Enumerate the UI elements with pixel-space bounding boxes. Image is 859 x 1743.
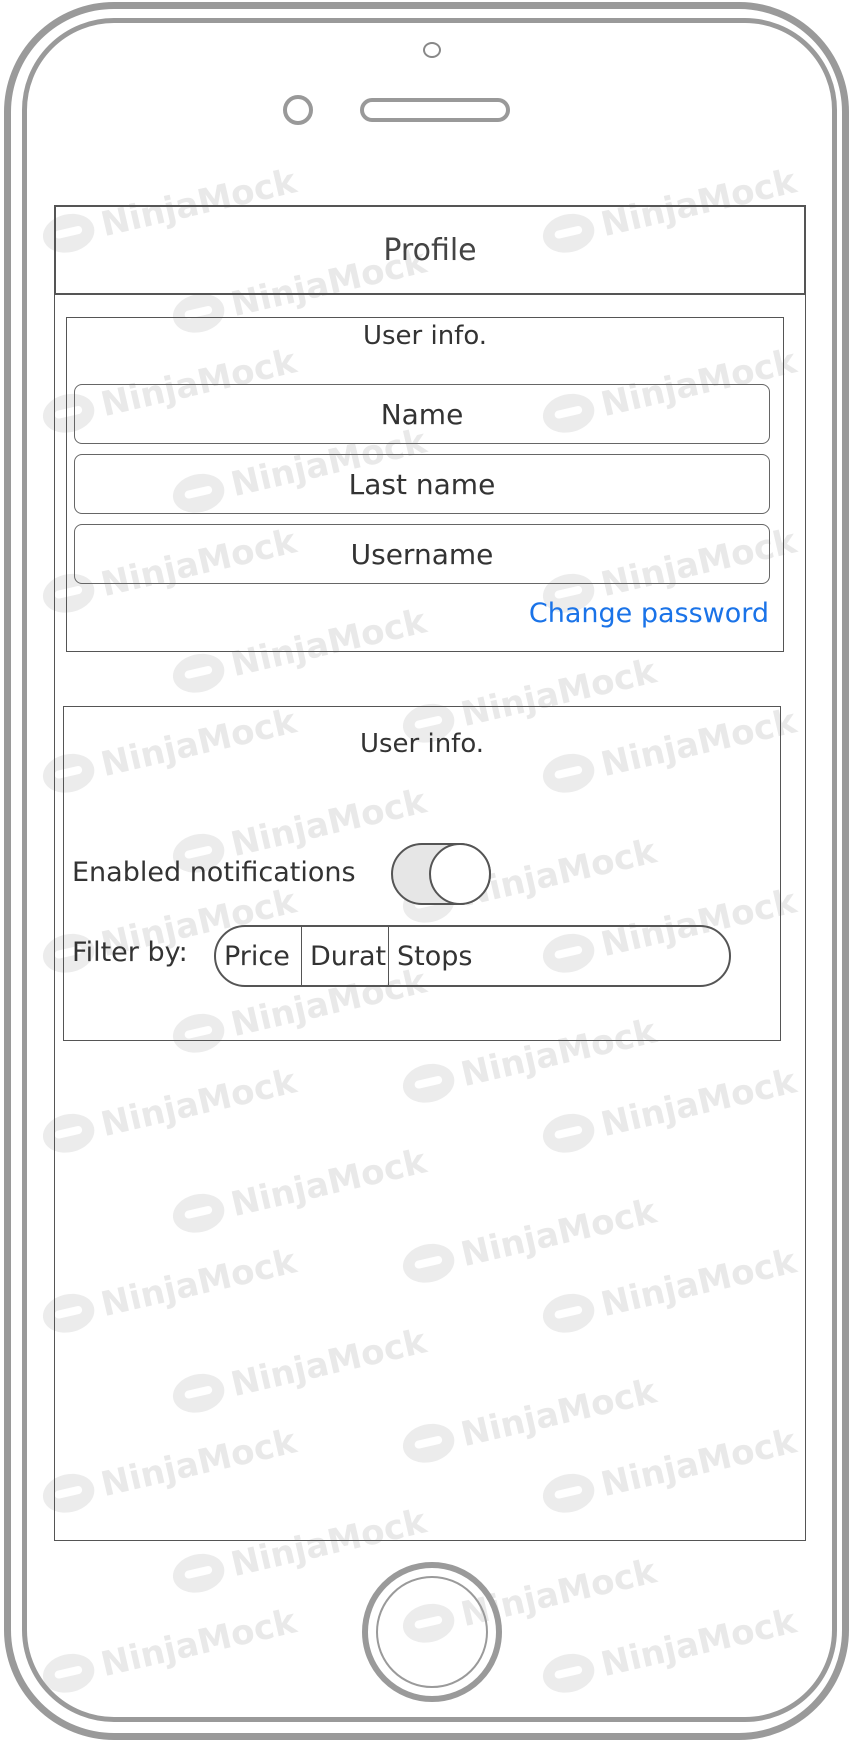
filter-option-stops[interactable]: Stops [388,927,729,985]
earpiece-speaker [360,98,510,122]
toggle-knob [429,843,491,905]
settings-panel-title: User info. [359,729,485,759]
name-field[interactable]: Name [74,384,770,444]
mockup-canvas: NinjaMock NinjaMock NinjaMock NinjaMock … [0,0,859,1743]
username-field[interactable]: Username [74,524,770,584]
change-password-link[interactable]: Change password [529,598,769,629]
filter-label: Filter by: [72,937,188,968]
filter-option-duration[interactable]: Duration [301,927,388,985]
settings-panel: User info. Enabled notifications Filter … [63,706,781,1041]
last-name-field-label: Last name [348,467,496,501]
notifications-label: Enabled notifications [72,857,356,888]
notifications-toggle[interactable] [391,843,491,905]
name-field-label: Name [380,397,464,431]
filter-segmented-control[interactable]: Price Duration Stops [214,925,731,987]
proximity-sensor-icon [283,95,313,125]
filter-option-price[interactable]: Price [216,927,301,985]
page-title: Profile [383,232,477,268]
page-title-bar: Profile [54,205,806,295]
username-field-label: Username [350,537,494,571]
user-info-title: User info. [362,321,488,351]
camera-icon [423,42,441,58]
home-button[interactable] [362,1562,502,1702]
last-name-field[interactable]: Last name [74,454,770,514]
user-info-panel: User info. Name Last name Username Chang… [66,317,784,652]
